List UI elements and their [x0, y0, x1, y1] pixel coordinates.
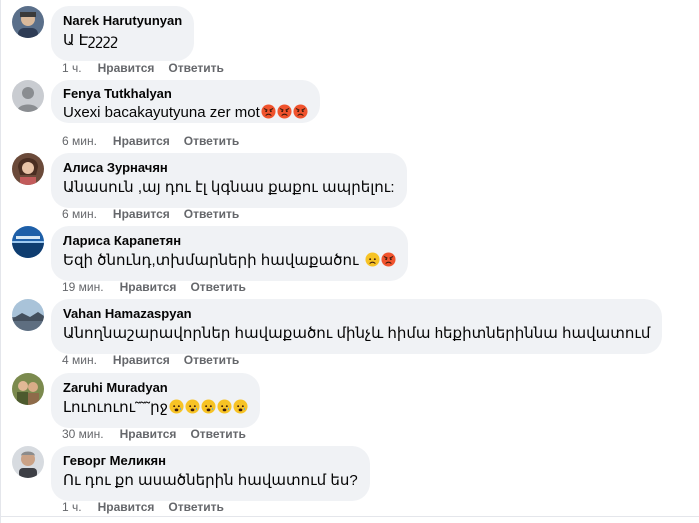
emoji-row [260, 104, 308, 121]
comment-text: Եզի ծնունդ,տխմարների հավաքածու [63, 251, 396, 271]
comment-bubble: Лариса Карапетян Եզի ծնունդ,տխմարների հա… [51, 226, 408, 281]
emoji-row [168, 399, 248, 416]
reply-button[interactable]: Ответить [184, 206, 239, 222]
avatar[interactable] [12, 153, 44, 185]
like-button[interactable]: Нравится [113, 352, 170, 368]
avatar[interactable] [12, 80, 44, 112]
comment-bubble: Narek Harutyunyan Ա Էշշշշ [51, 6, 195, 61]
comment-actions: 1 ч. Нравится Ответить [62, 499, 238, 515]
comment-actions: 6 мин. Нравится Ответить [62, 133, 253, 149]
comment-bubble: Алиса Зурначян Անասուն ,այ դու էլ կգնաս … [51, 153, 407, 208]
angry-emoji-icon [381, 252, 396, 267]
angry-emoji-icon [293, 104, 308, 119]
comment-text: Uxexi bacakayutyuna zer mot [63, 103, 308, 123]
feed-bottom-border [0, 516, 699, 517]
sad-emoji-icon [185, 399, 200, 414]
angry-emoji-icon [277, 104, 292, 119]
comment-text: Լուուուու˜˜˜րջ [63, 398, 248, 418]
reply-button[interactable]: Ответить [190, 426, 245, 442]
comment-timestamp[interactable]: 30 мин. [62, 426, 104, 442]
angry-emoji-icon [261, 104, 276, 119]
avatar[interactable] [12, 299, 44, 331]
comment-timestamp[interactable]: 1 ч. [62, 499, 82, 515]
reply-button[interactable]: Ответить [168, 60, 223, 76]
reply-button[interactable]: Ответить [190, 279, 245, 295]
like-button[interactable]: Нравится [113, 133, 170, 149]
comment-actions: 19 мин. Нравится Ответить [62, 279, 260, 295]
like-button[interactable]: Нравится [113, 206, 170, 222]
comment-text-body: Եզի ծնունդ,տխմարների հավաքածու [63, 252, 359, 269]
comment-text-body: Uxexi bacakayutyuna zer mot [63, 104, 260, 121]
comment-text: Ու դու քո ասածներին հավատում ես? [63, 472, 358, 489]
like-button[interactable]: Нравится [120, 426, 177, 442]
reply-button[interactable]: Ответить [184, 352, 239, 368]
reply-button[interactable]: Ответить [168, 499, 223, 515]
comment-timestamp[interactable]: 1 ч. [62, 60, 82, 76]
comment-text: Ա Էշշշշ [63, 32, 119, 49]
frowning-emoji-icon [365, 252, 380, 267]
sad-emoji-icon [233, 399, 248, 414]
comment-text-body: Լուուուու˜˜˜րջ [63, 399, 168, 416]
sad-emoji-icon [217, 399, 232, 414]
comment-timestamp[interactable]: 6 мин. [62, 206, 97, 222]
comment-timestamp[interactable]: 4 мин. [62, 352, 97, 368]
comment-bubble: Геворг Меликян Ու դու քո ասածներին հավատ… [51, 446, 370, 501]
avatar[interactable] [12, 373, 44, 405]
feed-left-border [0, 0, 1, 523]
comment-author[interactable]: Геворг Меликян [63, 453, 358, 469]
comment-bubble: Fenya Tutkhalyan Uxexi bacakayutyuna zer… [51, 80, 320, 123]
avatar[interactable] [12, 6, 44, 38]
comment-actions: 4 мин. Нравится Ответить [62, 352, 253, 368]
comment-bubble: Zaruhi Muradyan Լուուուու˜˜˜րջ [51, 373, 260, 428]
comment-timestamp[interactable]: 6 мин. [62, 133, 97, 149]
comment-author[interactable]: Лариса Карапетян [63, 233, 396, 249]
comment-author[interactable]: Zaruhi Muradyan [63, 380, 248, 396]
sad-emoji-icon [201, 399, 216, 414]
comment-actions: 30 мин. Нравится Ответить [62, 426, 260, 442]
comment-author[interactable]: Vahan Hamazaspyan [63, 306, 650, 322]
comment-actions: 6 мин. Нравится Ответить [62, 206, 253, 222]
comment-bubble: Vahan Hamazaspyan Անողնաշարավորներ հավաք… [51, 299, 663, 354]
comment-author[interactable]: Narek Harutyunyan [63, 13, 182, 29]
avatar[interactable] [12, 446, 44, 478]
comment-timestamp[interactable]: 19 мин. [62, 279, 104, 295]
like-button[interactable]: Нравится [98, 60, 155, 76]
sad-emoji-icon [169, 399, 184, 414]
comment-actions: 1 ч. Нравится Ответить [62, 60, 238, 76]
comment-author[interactable]: Алиса Зурначян [63, 160, 395, 176]
emoji-row [364, 252, 396, 269]
comment-author[interactable]: Fenya Tutkhalyan [63, 86, 308, 102]
avatar[interactable] [12, 226, 44, 258]
comment-text: Անասուն ,այ դու էլ կգնաս քաքու ապրելու: [63, 179, 395, 196]
comment-text: Անողնաշարավորներ հավաքածու մինչև հիմա hե… [63, 325, 651, 342]
like-button[interactable]: Нравится [120, 279, 177, 295]
reply-button[interactable]: Ответить [184, 133, 239, 149]
like-button[interactable]: Нравится [98, 499, 155, 515]
